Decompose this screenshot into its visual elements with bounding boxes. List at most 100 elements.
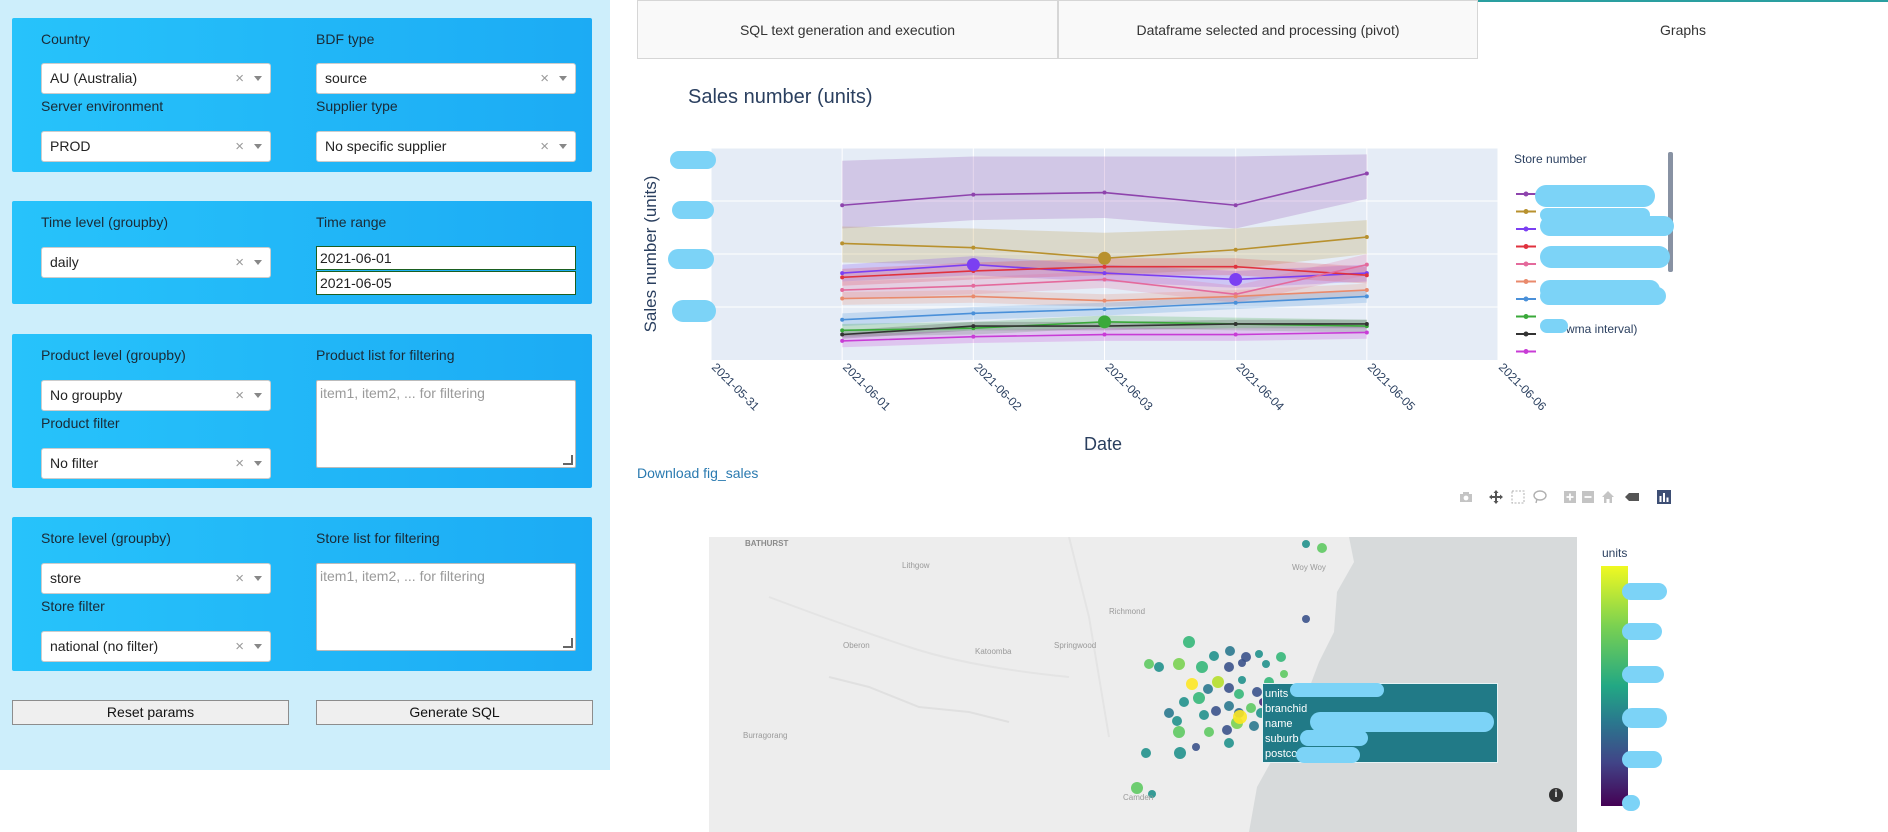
legend-swatch-marker: [1523, 314, 1529, 319]
store-marker[interactable]: [1224, 701, 1234, 711]
chevron-down-icon[interactable]: [254, 76, 262, 81]
store-marker[interactable]: [1203, 684, 1213, 694]
info-icon[interactable]: i: [1549, 788, 1563, 802]
store-marker[interactable]: [1193, 692, 1205, 704]
store-marker[interactable]: [1172, 716, 1182, 726]
series-point: [1102, 332, 1107, 337]
store-marker[interactable]: [1173, 726, 1185, 738]
product-list-textarea[interactable]: item1, item2, ... for filtering: [316, 380, 576, 468]
resize-grip-icon[interactable]: [563, 455, 573, 465]
time-level-select[interactable]: daily ×: [41, 247, 271, 278]
store-marker[interactable]: [1192, 743, 1200, 751]
chevron-down-icon[interactable]: [254, 144, 262, 149]
chevron-down-icon[interactable]: [254, 260, 262, 265]
store-marker[interactable]: [1276, 652, 1286, 662]
clear-icon[interactable]: ×: [235, 564, 244, 593]
chevron-down-icon[interactable]: [559, 144, 567, 149]
store-marker[interactable]: [1204, 727, 1214, 737]
colorbar-title: units: [1602, 546, 1628, 560]
resize-grip-icon[interactable]: [563, 638, 573, 648]
store-marker[interactable]: [1302, 615, 1310, 623]
toggle-spikelines-icon[interactable]: [1624, 490, 1640, 506]
highlight-marker: [1229, 272, 1243, 286]
x-tick-label: 2021-06-01: [840, 360, 894, 414]
redaction-mark: [1622, 623, 1662, 640]
store-marker[interactable]: [1233, 710, 1247, 724]
store-marker[interactable]: [1224, 662, 1234, 672]
server-env-select[interactable]: PROD ×: [41, 131, 271, 162]
bdf-type-select[interactable]: source ×: [316, 63, 576, 94]
time-range-start-input[interactable]: 2021-06-01: [316, 246, 576, 270]
store-marker[interactable]: [1211, 706, 1221, 716]
store-level-select[interactable]: store ×: [41, 563, 271, 594]
clear-icon[interactable]: ×: [235, 132, 244, 161]
store-marker[interactable]: [1186, 678, 1198, 690]
store-marker[interactable]: [1249, 721, 1259, 731]
download-fig-sales-link[interactable]: Download fig_sales: [637, 465, 758, 481]
store-marker[interactable]: [1262, 660, 1270, 668]
store-marker[interactable]: [1222, 725, 1232, 735]
store-marker[interactable]: [1224, 683, 1234, 693]
store-marker[interactable]: [1225, 646, 1235, 656]
lasso-icon[interactable]: [1532, 490, 1548, 506]
store-filter-select[interactable]: national (no filter) ×: [41, 631, 271, 662]
sales-chart-svg[interactable]: 2021-05-31 2021-06-01 2021-06-02 2021-06-03…: [636, 60, 1696, 460]
store-marker[interactable]: [1154, 662, 1164, 672]
store-marker[interactable]: [1183, 636, 1195, 648]
legend-swatch-marker: [1523, 209, 1529, 214]
series-point: [1102, 277, 1107, 282]
plotly-logo-icon[interactable]: [1656, 490, 1672, 506]
store-marker[interactable]: [1302, 540, 1310, 548]
clear-icon[interactable]: ×: [235, 248, 244, 277]
chevron-down-icon[interactable]: [254, 644, 262, 649]
store-marker[interactable]: [1144, 659, 1154, 669]
time-range-end-input[interactable]: 2021-06-05: [316, 271, 576, 295]
store-marker[interactable]: [1196, 661, 1208, 673]
zoom-out-icon[interactable]: [1580, 490, 1596, 506]
clear-icon[interactable]: ×: [235, 64, 244, 93]
store-marker[interactable]: [1179, 697, 1189, 707]
chevron-down-icon[interactable]: [254, 393, 262, 398]
tab-sql-generation[interactable]: SQL text generation and execution: [637, 0, 1058, 59]
store-marker[interactable]: [1238, 676, 1246, 684]
store-marker[interactable]: [1174, 747, 1186, 759]
product-level-select[interactable]: No groupby ×: [41, 380, 271, 411]
clear-icon[interactable]: ×: [540, 64, 549, 93]
store-marker[interactable]: [1212, 676, 1224, 688]
home-icon[interactable]: [1600, 490, 1616, 506]
product-filter-select[interactable]: No filter ×: [41, 448, 271, 479]
store-marker[interactable]: [1255, 650, 1263, 658]
store-marker[interactable]: [1252, 687, 1262, 697]
zoom-in-icon[interactable]: [1562, 490, 1578, 506]
box-select-icon[interactable]: [1510, 490, 1526, 506]
chevron-down-icon[interactable]: [254, 461, 262, 466]
store-marker[interactable]: [1224, 738, 1234, 748]
camera-icon[interactable]: [1458, 490, 1474, 506]
clear-icon[interactable]: ×: [235, 449, 244, 478]
store-list-textarea[interactable]: item1, item2, ... for filtering: [316, 563, 576, 651]
store-marker[interactable]: [1317, 543, 1327, 553]
clear-icon[interactable]: ×: [235, 632, 244, 661]
store-marker[interactable]: [1164, 708, 1174, 718]
pan-icon[interactable]: [1488, 490, 1504, 506]
store-marker[interactable]: [1141, 748, 1151, 758]
store-marker[interactable]: [1234, 689, 1244, 699]
reset-params-button[interactable]: Reset params: [12, 700, 289, 725]
tab-dataframe-processing[interactable]: Dataframe selected and processing (pivot…: [1058, 0, 1478, 59]
country-select[interactable]: AU (Australia) ×: [41, 63, 271, 94]
tab-graphs[interactable]: Graphs: [1478, 0, 1888, 59]
chevron-down-icon[interactable]: [254, 576, 262, 581]
store-marker[interactable]: [1173, 658, 1185, 670]
series-point: [840, 328, 845, 333]
clear-icon[interactable]: ×: [235, 381, 244, 410]
store-marker[interactable]: [1280, 670, 1288, 678]
chevron-down-icon[interactable]: [559, 76, 567, 81]
generate-sql-button[interactable]: Generate SQL: [316, 700, 593, 725]
store-marker[interactable]: [1238, 659, 1246, 667]
clear-icon[interactable]: ×: [540, 132, 549, 161]
store-marker[interactable]: [1199, 710, 1209, 720]
store-map[interactable]: BATHURST Lithgow Oberon Katoomba Springw…: [709, 537, 1577, 832]
store-marker[interactable]: [1209, 651, 1219, 661]
store-marker[interactable]: [1246, 703, 1256, 713]
supplier-type-select[interactable]: No specific supplier ×: [316, 131, 576, 162]
